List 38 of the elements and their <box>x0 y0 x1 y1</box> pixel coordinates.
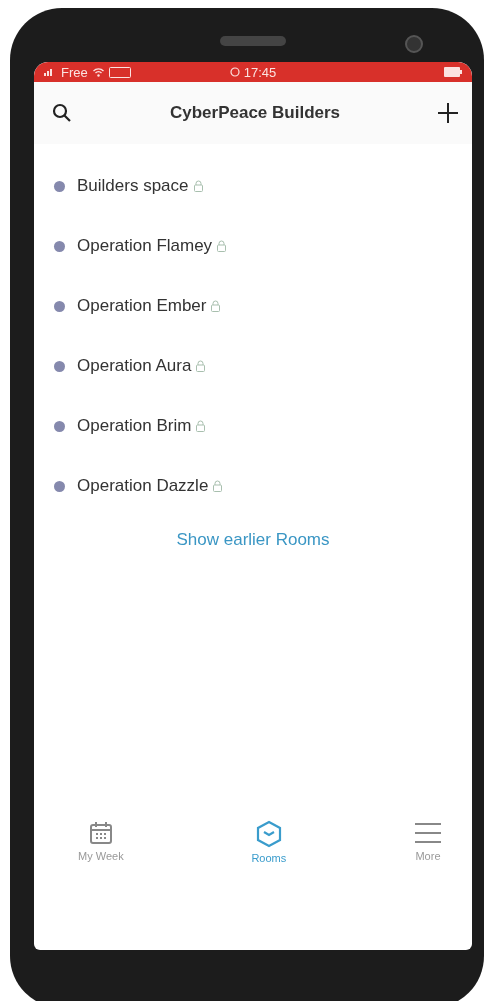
room-dot-icon <box>54 480 65 492</box>
alarm-icon <box>229 67 240 77</box>
room-dot-icon <box>54 360 65 372</box>
battery-icon <box>444 67 462 77</box>
menu-icon <box>414 820 442 846</box>
room-item[interactable]: Operation Aura <box>34 336 472 396</box>
lock-icon <box>196 360 206 372</box>
room-name: Operation Aura <box>77 356 192 376</box>
room-dot-icon <box>54 300 65 312</box>
lock-icon <box>217 240 227 252</box>
lock-icon <box>213 480 223 492</box>
carrier-name: Free <box>61 64 88 80</box>
room-name: Operation Brim <box>77 416 192 436</box>
add-icon[interactable] <box>438 103 458 123</box>
room-item[interactable]: Operation Flamey <box>34 216 472 276</box>
lock-icon <box>211 300 221 312</box>
vpn-icon <box>108 66 131 78</box>
room-dot-icon <box>54 420 65 432</box>
room-dot-icon <box>54 180 65 192</box>
lock-icon <box>196 420 206 432</box>
calendar-icon <box>87 820 114 846</box>
room-item[interactable]: Builders space <box>34 156 472 216</box>
room-item[interactable]: Operation Brim <box>34 396 472 456</box>
room-item[interactable]: Operation Ember <box>34 276 472 336</box>
room-dot-icon <box>54 240 65 252</box>
hexagon-icon <box>254 820 283 848</box>
wifi-icon <box>92 67 104 77</box>
room-name: Operation Flamey <box>77 236 213 256</box>
room-name: Operation Dazzle <box>77 476 209 496</box>
room-name: Builders space <box>77 176 189 196</box>
room-name: Operation Ember <box>77 296 207 316</box>
search-icon[interactable] <box>52 103 72 123</box>
lock-icon <box>193 180 203 192</box>
camera-lens <box>405 35 423 53</box>
speaker-grille <box>220 36 286 46</box>
clock-time: 17:45 <box>243 64 277 80</box>
room-item[interactable]: Operation Dazzle <box>34 456 472 516</box>
header-title: CyberPeace Builders <box>168 103 342 123</box>
